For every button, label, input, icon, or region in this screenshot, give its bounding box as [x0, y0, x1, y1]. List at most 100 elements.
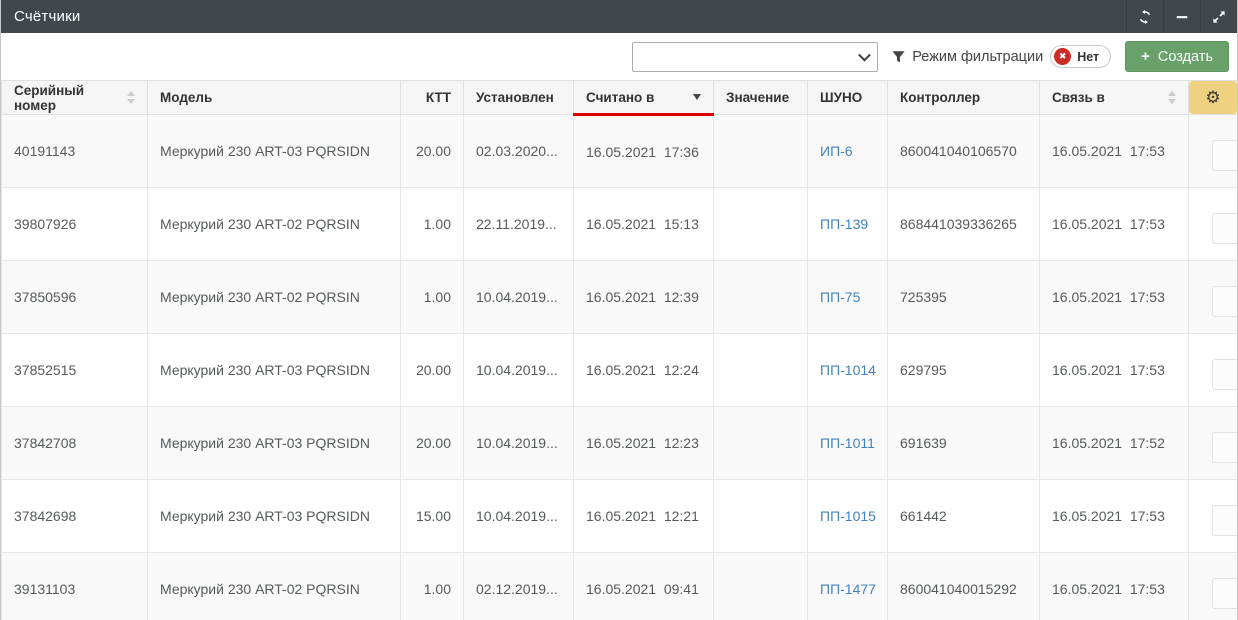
filter-mode-toggle[interactable]: ✖ Нет — [1050, 45, 1111, 68]
cell-serial-number: 39131103 — [2, 553, 148, 620]
cell-value — [714, 115, 808, 188]
table-body: 40191143 Меркурий 230 ART-03 PQRSIDN 20.… — [2, 115, 1238, 620]
table-row[interactable]: 39131103 Меркурий 230 ART-02 PQRSIN 1.00… — [2, 553, 1238, 620]
cell-read-at: 16.05.2021 12:21 — [574, 480, 714, 553]
cell-serial-number: 37852515 — [2, 334, 148, 407]
cell-serial-number: 37842708 — [2, 407, 148, 480]
cell-serial-number: 37850596 — [2, 261, 148, 334]
column-label: Связь в — [1052, 90, 1105, 105]
cell-installed: 10.04.2019... — [464, 334, 574, 407]
cell-actions — [1189, 334, 1238, 407]
sort-icon — [127, 91, 135, 104]
column-header-controller[interactable]: Контроллер — [888, 81, 1040, 115]
sort-desc-icon — [693, 94, 701, 100]
column-header-shuno[interactable]: ШУНО — [808, 81, 888, 115]
cell-link-at: 16.05.2021 17:53 — [1040, 188, 1189, 261]
cell-ktt: 15.00 — [401, 480, 464, 553]
cell-read-at: 16.05.2021 12:24 — [574, 334, 714, 407]
toolbar: Режим фильтрации ✖ Нет + Создать — [1, 33, 1237, 80]
filter-select-wrap — [632, 42, 878, 72]
cell-serial-number: 37842698 — [2, 480, 148, 553]
cell-read-at: 16.05.2021 17:36 — [574, 115, 714, 188]
table-row[interactable]: 37850596 Меркурий 230 ART-02 PQRSIN 1.00… — [2, 261, 1238, 334]
cell-controller: 629795 — [888, 334, 1040, 407]
cell-installed: 22.11.2019... — [464, 188, 574, 261]
cell-value — [714, 334, 808, 407]
cell-link-at: 16.05.2021 17:52 — [1040, 407, 1189, 480]
shuno-link[interactable]: ПП-1015 — [820, 508, 876, 524]
cell-shuno: ИП-6 — [808, 115, 888, 188]
cell-model: Меркурий 230 ART-02 PQRSIN — [148, 553, 401, 620]
edit-button[interactable] — [1212, 140, 1237, 171]
edit-button[interactable] — [1212, 213, 1237, 244]
edit-icon — [1202, 278, 1237, 325]
edit-button[interactable] — [1212, 432, 1237, 463]
sort-icon — [1168, 91, 1176, 104]
shuno-link[interactable]: ПП-139 — [820, 216, 868, 232]
cell-actions — [1189, 188, 1238, 261]
cell-serial-number: 40191143 — [2, 115, 148, 188]
cell-read-at: 16.05.2021 09:41 — [574, 553, 714, 620]
refresh-icon — [1138, 10, 1152, 24]
cell-read-at: 16.05.2021 12:23 — [574, 407, 714, 480]
cell-link-at: 16.05.2021 17:53 — [1040, 115, 1189, 188]
cell-model: Меркурий 230 ART-02 PQRSIN — [148, 188, 401, 261]
column-header-read[interactable]: Считано в — [574, 81, 714, 115]
cell-actions — [1189, 553, 1238, 620]
edit-button[interactable] — [1212, 359, 1237, 390]
cell-installed: 10.04.2019... — [464, 407, 574, 480]
cell-actions — [1189, 407, 1238, 480]
expand-button[interactable] — [1200, 0, 1237, 33]
shuno-link[interactable]: ПП-75 — [820, 289, 860, 305]
table-row[interactable]: 37842708 Меркурий 230 ART-03 PQRSIDN 20.… — [2, 407, 1238, 480]
cell-ktt: 20.00 — [401, 407, 464, 480]
cell-ktt: 1.00 — [401, 261, 464, 334]
cell-controller: 725395 — [888, 261, 1040, 334]
cell-controller: 868441039336265 — [888, 188, 1040, 261]
create-button[interactable]: + Создать — [1125, 41, 1229, 72]
cell-shuno: ПП-1477 — [808, 553, 888, 620]
minimize-button[interactable] — [1163, 0, 1200, 33]
table-row[interactable]: 37852515 Меркурий 230 ART-03 PQRSIDN 20.… — [2, 334, 1238, 407]
cell-link-at: 16.05.2021 17:53 — [1040, 334, 1189, 407]
funnel-icon — [892, 50, 905, 63]
table-row[interactable]: 40191143 Меркурий 230 ART-03 PQRSIDN 20.… — [2, 115, 1238, 188]
filter-mode: Режим фильтрации ✖ Нет — [892, 45, 1111, 68]
shuno-link[interactable]: ПП-1014 — [820, 362, 876, 378]
cell-ktt: 1.00 — [401, 553, 464, 620]
column-header-installed[interactable]: Установлен — [464, 81, 574, 115]
cell-link-at: 16.05.2021 17:53 — [1040, 553, 1189, 620]
edit-button[interactable] — [1212, 578, 1237, 609]
edit-icon — [1202, 205, 1237, 252]
meters-table-area: Серийный номер Модель КТТ Установлен Счи… — [1, 80, 1237, 620]
column-header-model[interactable]: Модель — [148, 81, 401, 115]
expand-icon — [1212, 10, 1226, 24]
shuno-link[interactable]: ИП-6 — [820, 143, 853, 159]
column-header-ktt[interactable]: КТТ — [401, 81, 464, 115]
table-row[interactable]: 37842698 Меркурий 230 ART-03 PQRSIDN 15.… — [2, 480, 1238, 553]
table-row[interactable]: 39807926 Меркурий 230 ART-02 PQRSIN 1.00… — [2, 188, 1238, 261]
cell-shuno: ПП-1014 — [808, 334, 888, 407]
cell-serial-number: 39807926 — [2, 188, 148, 261]
column-header-serial[interactable]: Серийный номер — [2, 81, 148, 115]
titlebar: Счётчики — [1, 0, 1237, 33]
cell-installed: 10.04.2019... — [464, 261, 574, 334]
cell-actions — [1189, 261, 1238, 334]
column-settings-button[interactable]: ⚙ — [1189, 81, 1237, 114]
refresh-button[interactable] — [1126, 0, 1163, 33]
cell-model: Меркурий 230 ART-03 PQRSIDN — [148, 407, 401, 480]
cell-shuno: ПП-139 — [808, 188, 888, 261]
filter-select[interactable] — [632, 42, 878, 72]
column-header-value[interactable]: Значение — [714, 81, 808, 115]
edit-button[interactable] — [1212, 505, 1237, 536]
cell-ktt: 1.00 — [401, 188, 464, 261]
cell-shuno: ПП-75 — [808, 261, 888, 334]
shuno-link[interactable]: ПП-1477 — [820, 581, 876, 597]
minimize-icon — [1175, 10, 1189, 24]
edit-button[interactable] — [1212, 286, 1237, 317]
column-header-link[interactable]: Связь в — [1040, 81, 1189, 115]
edit-icon — [1202, 570, 1237, 617]
cell-read-at: 16.05.2021 15:13 — [574, 188, 714, 261]
shuno-link[interactable]: ПП-1011 — [820, 435, 875, 451]
column-label: Серийный номер — [14, 83, 121, 113]
